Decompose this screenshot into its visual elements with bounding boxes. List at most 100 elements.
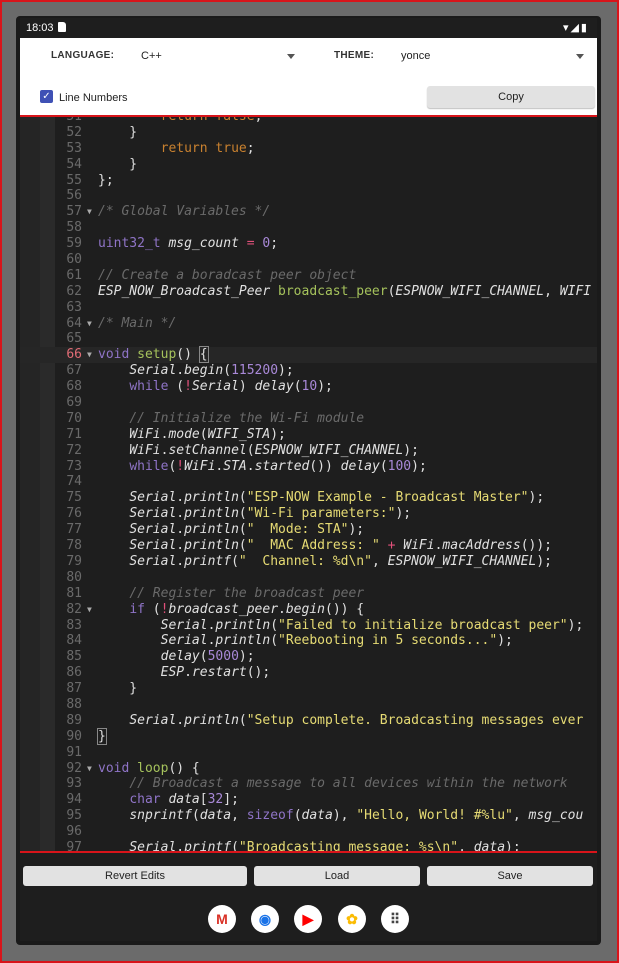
line-number: 84 bbox=[66, 633, 82, 649]
code-line[interactable]: 59 uint32_t msg_count = 0; bbox=[20, 236, 597, 252]
line-number: 71 bbox=[66, 426, 82, 442]
line-code: if (!broadcast_peer.begin()) { bbox=[129, 601, 365, 617]
gmail-icon[interactable]: M bbox=[208, 905, 236, 933]
line-number: 58 bbox=[66, 220, 82, 236]
code-line[interactable]: 56 bbox=[20, 188, 597, 204]
code-line[interactable]: 51 return false; bbox=[20, 117, 597, 125]
fold-arrow-icon[interactable]: ▼ bbox=[87, 761, 92, 777]
load-button[interactable]: Load bbox=[254, 866, 420, 886]
save-button[interactable]: Save bbox=[427, 866, 593, 886]
line-numbers-checkbox[interactable]: ✓ bbox=[40, 90, 53, 103]
code-line[interactable]: 78 Serial.println(" MAC Address: " + WiF… bbox=[20, 538, 597, 554]
code-line[interactable]: 76 Serial.println("Wi-Fi parameters:"); bbox=[20, 506, 597, 522]
line-number: 74 bbox=[66, 474, 82, 490]
theme-label: THEME: bbox=[334, 50, 375, 61]
revert-edits-button[interactable]: Revert Edits bbox=[23, 866, 247, 886]
app-drawer-icon[interactable]: ⠿ bbox=[381, 905, 409, 933]
code-line[interactable]: 52 } bbox=[20, 125, 597, 141]
line-number: 65 bbox=[66, 331, 82, 347]
code-line[interactable]: 79 Serial.printf(" Channel: %d\n", ESPNO… bbox=[20, 554, 597, 570]
code-line[interactable]: 94 char data[32]; bbox=[20, 792, 597, 808]
code-line[interactable]: 96 bbox=[20, 824, 597, 840]
code-line[interactable]: 66 ▼ void setup() { bbox=[20, 346, 597, 364]
line-number: 69 bbox=[66, 395, 82, 411]
code-line[interactable]: 84 Serial.println("Reebooting in 5 secon… bbox=[20, 633, 597, 649]
line-number: 62 bbox=[66, 283, 82, 299]
code-line[interactable]: 86 ESP.restart(); bbox=[20, 665, 597, 681]
code-line[interactable]: 91 bbox=[20, 745, 597, 761]
code-line[interactable]: 92 ▼ void loop() { bbox=[20, 761, 597, 777]
line-number: 75 bbox=[66, 490, 82, 506]
code-line[interactable]: 57 ▼ /* Global Variables */ bbox=[20, 204, 597, 220]
copy-button[interactable]: Copy bbox=[427, 86, 595, 108]
youtube-icon[interactable]: ▶ bbox=[294, 905, 322, 933]
line-code: Serial.printf(" Channel: %d\n", ESPNOW_W… bbox=[129, 553, 552, 569]
code-line[interactable]: 85 delay(5000); bbox=[20, 649, 597, 665]
line-number: 92 bbox=[66, 760, 82, 776]
line-number: 89 bbox=[66, 712, 82, 728]
fold-arrow-icon[interactable]: ▼ bbox=[87, 347, 92, 363]
code-line[interactable]: 69 bbox=[20, 395, 597, 411]
code-line[interactable]: 71 WiFi.mode(WIFI_STA); bbox=[20, 427, 597, 443]
line-code: } bbox=[98, 124, 138, 140]
code-line[interactable]: 67 Serial.begin(115200); bbox=[20, 363, 597, 379]
code-line[interactable]: 88 bbox=[20, 697, 597, 713]
line-number: 85 bbox=[66, 649, 82, 665]
language-value: C++ bbox=[141, 50, 162, 62]
code-line[interactable]: 55}; bbox=[20, 173, 597, 189]
code-line[interactable]: 93 // Broadcast a message to all devices… bbox=[20, 776, 597, 792]
code-line[interactable]: 65 bbox=[20, 331, 597, 347]
code-line[interactable]: 73 while(!WiFi.STA.started()) delay(100)… bbox=[20, 459, 597, 475]
code-line[interactable]: 53 return true; bbox=[20, 141, 597, 157]
code-line[interactable]: 63 bbox=[20, 300, 597, 316]
app-dock: M ◉ ▶ ✿ ⠿ bbox=[20, 897, 597, 941]
code-line[interactable]: 72 WiFi.setChannel(ESPNOW_WIFI_CHANNEL); bbox=[20, 443, 597, 459]
chevron-down-icon bbox=[287, 54, 295, 59]
line-code: Serial.println("Wi-Fi parameters:"); bbox=[129, 506, 412, 522]
code-line[interactable]: 82 ▼ if (!broadcast_peer.begin()) { bbox=[20, 602, 597, 618]
code-line[interactable]: 75 Serial.println("ESP-NOW Example - Bro… bbox=[20, 490, 597, 506]
line-code: ESP_NOW_Broadcast_Peer broadcast_peer(ES… bbox=[98, 283, 592, 299]
code-line[interactable]: 62 ESP_NOW_Broadcast_Peer broadcast_peer(… bbox=[20, 284, 597, 300]
code-line[interactable]: 60 bbox=[20, 252, 597, 268]
line-number: 56 bbox=[66, 188, 82, 204]
line-number: 73 bbox=[66, 458, 82, 474]
code-line[interactable]: 77 Serial.println(" Mode: STA"); bbox=[20, 522, 597, 538]
line-code: return true; bbox=[160, 140, 255, 156]
line-number: 88 bbox=[66, 696, 82, 712]
code-line[interactable]: 87 } bbox=[20, 681, 597, 697]
line-code: }; bbox=[98, 172, 114, 188]
code-line[interactable]: 97 Serial.printf("Broadcasting message: … bbox=[20, 840, 597, 851]
code-line[interactable]: 83 Serial.println("Failed to initialize … bbox=[20, 618, 597, 634]
code-line[interactable]: 68 while (!Serial) delay(10); bbox=[20, 379, 597, 395]
line-number: 68 bbox=[66, 379, 82, 395]
line-number: 83 bbox=[66, 617, 82, 633]
line-code: uint32_t msg_count = 0; bbox=[98, 236, 279, 252]
line-number: 80 bbox=[66, 569, 82, 585]
code-line[interactable]: 54 } bbox=[20, 157, 597, 173]
code-line[interactable]: 70 // Initialize the Wi-Fi module bbox=[20, 411, 597, 427]
fold-arrow-icon[interactable]: ▼ bbox=[87, 204, 92, 220]
code-editor[interactable]: 51 return false;52 }53 return true;54 }5… bbox=[20, 117, 597, 851]
code-line[interactable]: 64 ▼ /* Main */ bbox=[20, 316, 597, 332]
chrome-icon[interactable]: ◉ bbox=[251, 905, 279, 933]
language-select[interactable]: C++ bbox=[135, 44, 301, 66]
code-line[interactable]: 81 // Register the broadcast peer bbox=[20, 586, 597, 602]
code-line[interactable]: 61 // Create a boradcast peer object bbox=[20, 268, 597, 284]
code-line[interactable]: 80 bbox=[20, 570, 597, 586]
action-bar: Revert Edits Load Save bbox=[20, 853, 597, 897]
code-line[interactable]: 95 snprintf(data, sizeof(data), "Hello, … bbox=[20, 808, 597, 824]
code-line[interactable]: 89 Serial.println("Setup complete. Broad… bbox=[20, 713, 597, 729]
line-number: 64 bbox=[66, 315, 82, 331]
code-line[interactable]: 58 bbox=[20, 220, 597, 236]
theme-select[interactable]: yonce bbox=[395, 44, 591, 66]
line-code: while (!Serial) delay(10); bbox=[129, 379, 333, 395]
code-lines[interactable]: 51 return false;52 }53 return true;54 }5… bbox=[20, 117, 597, 851]
code-line[interactable]: 90} bbox=[20, 727, 597, 745]
fold-arrow-icon[interactable]: ▼ bbox=[87, 316, 92, 332]
line-number: 82 bbox=[66, 601, 82, 617]
code-line[interactable]: 74 bbox=[20, 474, 597, 490]
screen: 18:03 ▾◢▮ LANGUAGE: C++ THEME: yonce ✓ L… bbox=[20, 18, 597, 941]
photos-icon[interactable]: ✿ bbox=[338, 905, 366, 933]
fold-arrow-icon[interactable]: ▼ bbox=[87, 602, 92, 618]
